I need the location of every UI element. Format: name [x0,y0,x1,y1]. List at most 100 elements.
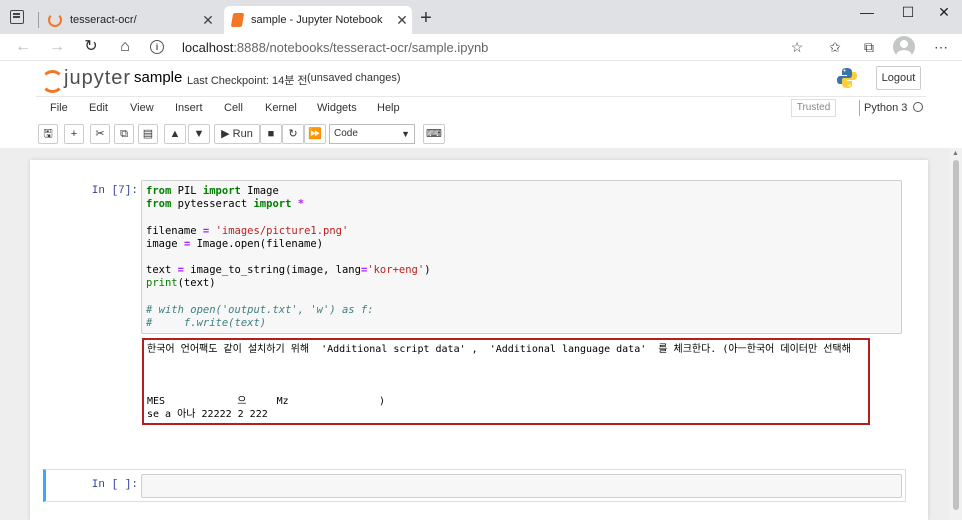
notebook-name[interactable]: sample [134,69,182,86]
move-down-icon[interactable]: ▼ [188,124,210,144]
reload-icon[interactable]: ↻ [80,36,102,58]
code-line: # with open('output.txt', 'w') as f: [146,304,897,317]
output-line: MES 으 Mz ) [147,396,385,407]
add-favorite-icon[interactable]: ☆ [786,37,808,57]
code-line: from PIL import Image [146,185,897,198]
menu-edit[interactable]: Edit [89,102,108,114]
jupyter-logo[interactable]: jupyter [40,67,132,93]
site-info-icon[interactable]: i [150,40,164,54]
more-options-icon[interactable]: ⋯ [930,37,952,57]
cell-output: 한국어 언어팩도 같이 설치하기 위해 'Additional script d… [142,338,870,425]
favorites-icon[interactable]: ✩ [824,37,846,57]
code-token: import [253,198,292,211]
kernel-idle-icon [913,102,923,112]
python-logo-icon [837,68,857,88]
cell-type-select[interactable]: Code ▼ [329,124,415,144]
tab-close-icon[interactable]: ✕ [392,12,412,29]
window-menu-icon[interactable] [10,10,24,24]
scroll-up-icon[interactable]: ▲ [952,150,959,157]
code-token: Image.open(filename) [190,237,324,250]
code-token: 'images/picture1.png' [215,224,349,237]
paste-icon[interactable]: ▤ [138,124,158,144]
back-arrow-icon[interactable]: ← [12,36,34,58]
close-window-button[interactable]: ✕ [933,4,955,20]
logout-button[interactable]: Logout [876,66,921,90]
keyboard-icon[interactable]: ⌨ [423,124,445,144]
restart-run-all-icon[interactable]: ⏩ [304,124,326,144]
menu-insert[interactable]: Insert [175,102,203,114]
home-icon[interactable]: ⌂ [114,36,136,58]
address-bar: ← → ↻ ⌂ i localhost:8888/notebooks/tesse… [0,34,962,60]
copy-icon[interactable]: ⧉ [114,124,134,144]
code-line: print(text) [146,277,897,290]
jupyter-notebook-icon [230,13,245,27]
code-token: pytesseract [171,198,254,211]
browser-tab-sample[interactable]: sample - Jupyter Notebook ✕ [224,6,412,34]
tab-close-icon[interactable]: ✕ [198,12,218,29]
code-line: text = image_to_string(image, lang='kor+… [146,264,897,277]
browser-tab-tesseract[interactable]: tesseract-ocr/ ✕ [40,6,218,34]
code-token: * [297,198,305,211]
browser-titlebar: tesseract-ocr/ ✕ sample - Jupyter Notebo… [0,0,962,34]
menu-cell[interactable]: Cell [224,102,243,114]
run-button[interactable]: ▶ Run [214,124,260,144]
menu-help[interactable]: Help [377,102,400,114]
output-line: 한국어 언어팩도 같이 설치하기 위해 'Additional script d… [147,344,851,355]
insert-cell-icon[interactable]: + [64,124,84,144]
menu-file[interactable]: File [50,102,68,114]
tab-title: tesseract-ocr/ [70,14,137,26]
menu-kernel[interactable]: Kernel [265,102,297,114]
code-token: print [146,277,178,290]
code-token: filename [146,224,203,237]
kernel-separator [859,100,860,116]
save-icon[interactable]: 🖫 [38,124,58,144]
url-host: localhost [182,39,234,55]
notebook-toolbar: 🖫 + ✂ ⧉ ▤ ▲ ▼ ▶ Run ■ ↻ ⏩ Code ▼ ⌨ [36,122,926,148]
restart-icon[interactable]: ↻ [282,124,304,144]
code-token: image_to_string(image, lang [183,264,361,277]
code-token: Image [240,185,279,197]
jupyter-logo-icon [40,68,64,93]
run-icon: ▶ [221,128,230,140]
jupyter-header: jupyter sample Last Checkpoint: 14분 전 (u… [0,60,962,96]
collections-icon[interactable]: ⧉ [858,37,880,57]
code-token: from [146,198,172,211]
url-path: :8888/notebooks/tesseract-ocr/sample.ipy… [233,39,489,55]
code-editor-empty[interactable] [141,474,902,498]
new-tab-button[interactable]: + [416,6,436,30]
code-token: # with open('output.txt', 'w') as f: [146,303,374,316]
url-field[interactable]: i localhost:8888/notebooks/tesseract-ocr… [146,35,812,59]
cell-type-value: Code [334,128,358,139]
code-token: # f.write(text) [146,316,267,329]
code-token: ) [424,264,431,277]
output-line: se a 아나 22222 2 222 [147,409,268,420]
code-token: (text) [177,277,216,290]
code-token: 'kor+eng' [367,264,425,277]
move-up-icon[interactable]: ▲ [164,124,186,144]
code-line: # f.write(text) [146,317,897,330]
scrollbar-thumb[interactable] [953,160,959,510]
kernel-name[interactable]: Python 3 [864,102,907,114]
forward-arrow-icon[interactable]: → [46,36,68,58]
minimize-button[interactable]: — [856,4,878,20]
trusted-indicator[interactable]: Trusted [791,99,836,117]
input-prompt: In [ ]: [91,479,138,491]
code-editor[interactable]: from PIL import Image from pytesseract im… [141,180,902,334]
code-token: PIL [171,185,203,197]
jupyter-logo-text: jupyter [64,67,132,89]
stop-icon[interactable]: ■ [260,124,282,144]
menu-view[interactable]: View [130,102,154,114]
profile-avatar[interactable] [893,36,915,58]
cut-icon[interactable]: ✂ [90,124,110,144]
code-line: filename = 'images/picture1.png' [146,225,897,238]
menu-widgets[interactable]: Widgets [317,102,357,114]
maximize-button[interactable]: ☐ [897,4,919,20]
chevron-down-icon: ▼ [401,129,410,139]
input-prompt: In [7]: [91,185,138,197]
